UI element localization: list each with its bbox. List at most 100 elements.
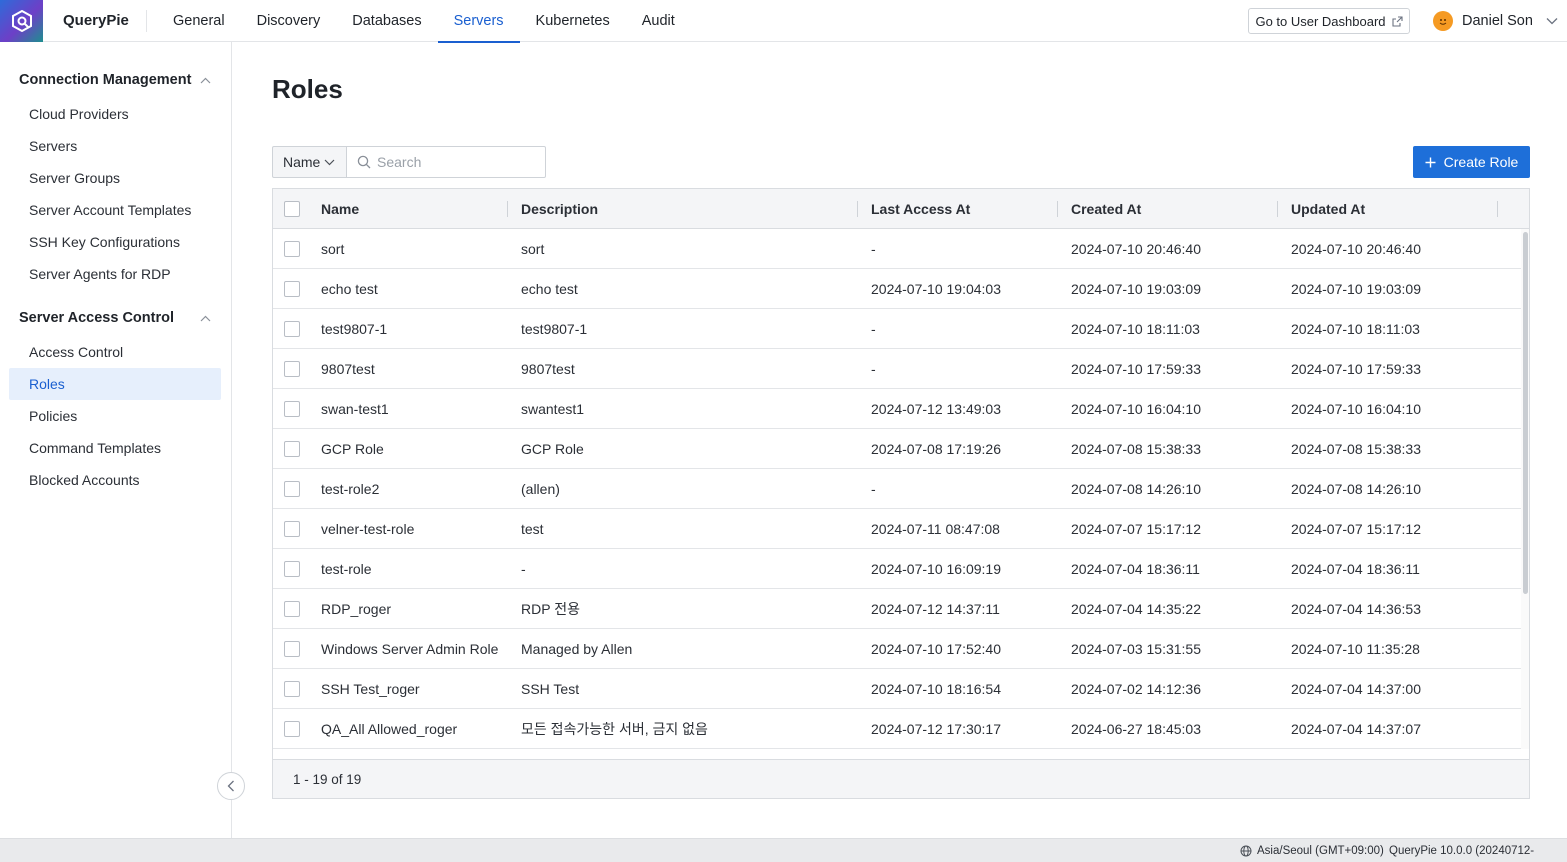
row-checkbox[interactable] (284, 281, 300, 297)
sidebar-item-server-agents-for-rdp[interactable]: Server Agents for RDP (9, 258, 221, 290)
cell-name[interactable]: test-role2 (321, 469, 379, 509)
row-checkbox[interactable] (284, 481, 300, 497)
column-header-updated-at[interactable]: Updated At (1291, 189, 1365, 229)
cell-description: 모든 접속가능한 서버, 금지 없음 (521, 721, 708, 737)
row-checkbox[interactable] (284, 441, 300, 457)
table-row[interactable]: test-role2 (allen) - 2024-07-08 14:26:10 202… (273, 469, 1521, 509)
table-row[interactable]: QA_All Allowed_roger 모든 접속가능한 서버, 금지 없음 20… (273, 709, 1521, 749)
row-checkbox[interactable] (284, 561, 300, 577)
sidebar-item-cloud-providers[interactable]: Cloud Providers (9, 98, 221, 130)
table-row[interactable]: sort sort - 2024-07-10 20:46:40 2024-07-10 2… (273, 229, 1521, 269)
nav-general[interactable]: General (157, 0, 241, 42)
table-row[interactable]: 9807test 9807test - 2024-07-10 17:59:33 2024… (273, 349, 1521, 389)
cell-last-access-at: 2024-07-10 17:52:40 (871, 641, 1001, 657)
sidebar-group-server-access-control[interactable]: Server Access Control (19, 306, 211, 330)
table-row[interactable]: Windows Server Admin Role Managed by Alle… (273, 629, 1521, 669)
cell-description: SSH Test (521, 681, 580, 697)
cell-name[interactable]: RDP_roger (321, 589, 391, 629)
cell-name[interactable]: sort (321, 229, 344, 269)
user-menu[interactable]: Daniel Son (1433, 9, 1558, 33)
sidebar-group-connection-management[interactable]: Connection Management (19, 68, 211, 92)
cell-created-at: 2024-07-02 14:12:36 (1071, 681, 1201, 697)
plus-icon (1425, 157, 1436, 167)
cell-name[interactable]: velner-test-role (321, 509, 414, 549)
cell-description: test (521, 521, 544, 537)
row-checkbox[interactable] (284, 681, 300, 697)
table-row[interactable]: echo test echo test 2024-07-10 19:04:03 202… (273, 269, 1521, 309)
row-checkbox[interactable] (284, 601, 300, 617)
nav-audit[interactable]: Audit (626, 0, 691, 42)
cell-name[interactable]: QA_All Allowed_roger (321, 709, 457, 749)
table-scrollbar[interactable] (1521, 229, 1529, 749)
status-bar: Asia/Seoul (GMT+09:00) QueryPie 10.0.0 (… (0, 838, 1567, 862)
column-resizer[interactable] (507, 201, 508, 217)
cell-name[interactable]: Windows Server Admin Role (321, 629, 498, 669)
column-header-name[interactable]: Name (321, 189, 359, 229)
cell-name[interactable]: test9807-1 (321, 309, 387, 349)
create-role-button[interactable]: Create Role (1413, 146, 1530, 178)
row-checkbox[interactable] (284, 721, 300, 737)
row-checkbox[interactable] (284, 641, 300, 657)
sidebar-item-blocked-accounts[interactable]: Blocked Accounts (9, 464, 221, 496)
go-to-user-dashboard-button[interactable]: Go to User Dashboard (1248, 8, 1410, 34)
cell-updated-at: 2024-07-04 14:37:07 (1291, 721, 1421, 737)
scrollbar-thumb[interactable] (1523, 232, 1528, 594)
sidebar-item-access-control[interactable]: Access Control (9, 336, 221, 368)
chevron-down-icon (324, 159, 335, 165)
column-header-created-at[interactable]: Created At (1071, 189, 1141, 229)
sidebar-item-command-templates[interactable]: Command Templates (9, 432, 221, 464)
column-resizer[interactable] (1277, 201, 1278, 217)
sidebar-item-servers[interactable]: Servers (9, 130, 221, 162)
search-input[interactable] (377, 154, 537, 170)
sidebar-item-server-account-templates[interactable]: Server Account Templates (9, 194, 221, 226)
search-field-select[interactable]: Name (272, 146, 347, 178)
row-checkbox[interactable] (284, 401, 300, 417)
sidebar-group-title: Connection Management (19, 72, 192, 88)
sidebar-item-roles[interactable]: Roles (9, 368, 221, 400)
table-row[interactable]: swan-test1 swantest1 2024-07-12 13:49:03 20… (273, 389, 1521, 429)
cell-name[interactable]: swan-test1 (321, 389, 389, 429)
querypie-logo-icon[interactable] (0, 0, 43, 42)
cell-last-access-at: 2024-07-08 17:19:26 (871, 441, 1001, 457)
column-resizer[interactable] (1057, 201, 1058, 217)
column-header-last-access-at[interactable]: Last Access At (871, 189, 970, 229)
cell-description: RDP 전용 (521, 601, 580, 617)
cell-description: - (521, 561, 526, 577)
sidebar-item-policies[interactable]: Policies (9, 400, 221, 432)
sidebar-item-server-groups[interactable]: Server Groups (9, 162, 221, 194)
nav-databases[interactable]: Databases (336, 0, 437, 42)
timezone-text: Asia/Seoul (GMT+09:00) (1257, 845, 1384, 857)
table-row[interactable]: velner-test-role test 2024-07-11 08:47:08 2… (273, 509, 1521, 549)
cell-updated-at: 2024-07-10 16:04:10 (1291, 401, 1421, 417)
row-checkbox[interactable] (284, 521, 300, 537)
select-all-checkbox[interactable] (284, 201, 300, 217)
row-checkbox[interactable] (284, 321, 300, 337)
timezone-indicator[interactable]: Asia/Seoul (GMT+09:00) (1240, 839, 1384, 862)
cell-description: echo test (521, 281, 578, 297)
cell-description: 9807test (521, 361, 575, 377)
brand-name[interactable]: QueryPie (63, 12, 129, 29)
collapse-sidebar-button[interactable] (217, 772, 245, 800)
nav-kubernetes[interactable]: Kubernetes (520, 0, 626, 42)
cell-name[interactable]: SSH Test_roger (321, 669, 420, 709)
table-row[interactable]: test-role - 2024-07-10 16:09:19 2024-07-04 … (273, 549, 1521, 589)
sidebar-item-ssh-key-configurations[interactable]: SSH Key Configurations (9, 226, 221, 258)
cell-name[interactable]: GCP Role (321, 429, 384, 469)
table-row[interactable]: test9807-1 test9807-1 - 2024-07-10 18:11:03… (273, 309, 1521, 349)
external-link-icon (1391, 15, 1403, 27)
column-header-description[interactable]: Description (521, 189, 598, 229)
column-resizer[interactable] (1497, 201, 1498, 217)
table-header: Name Description Last Access At Created … (273, 189, 1529, 229)
cell-last-access-at: - (871, 321, 876, 337)
cell-name[interactable]: test-role (321, 549, 372, 589)
row-checkbox[interactable] (284, 241, 300, 257)
nav-servers[interactable]: Servers (437, 0, 520, 43)
table-row[interactable]: GCP Role GCP Role 2024-07-08 17:19:26 2024-… (273, 429, 1521, 469)
nav-discovery[interactable]: Discovery (241, 0, 337, 42)
cell-name[interactable]: 9807test (321, 349, 375, 389)
table-row[interactable]: SSH Test_roger SSH Test 2024-07-10 18:16:5… (273, 669, 1521, 709)
column-resizer[interactable] (857, 201, 858, 217)
cell-name[interactable]: echo test (321, 269, 378, 309)
table-row[interactable]: RDP_roger RDP 전용 2024-07-12 14:37:11 2024-0… (273, 589, 1521, 629)
row-checkbox[interactable] (284, 361, 300, 377)
